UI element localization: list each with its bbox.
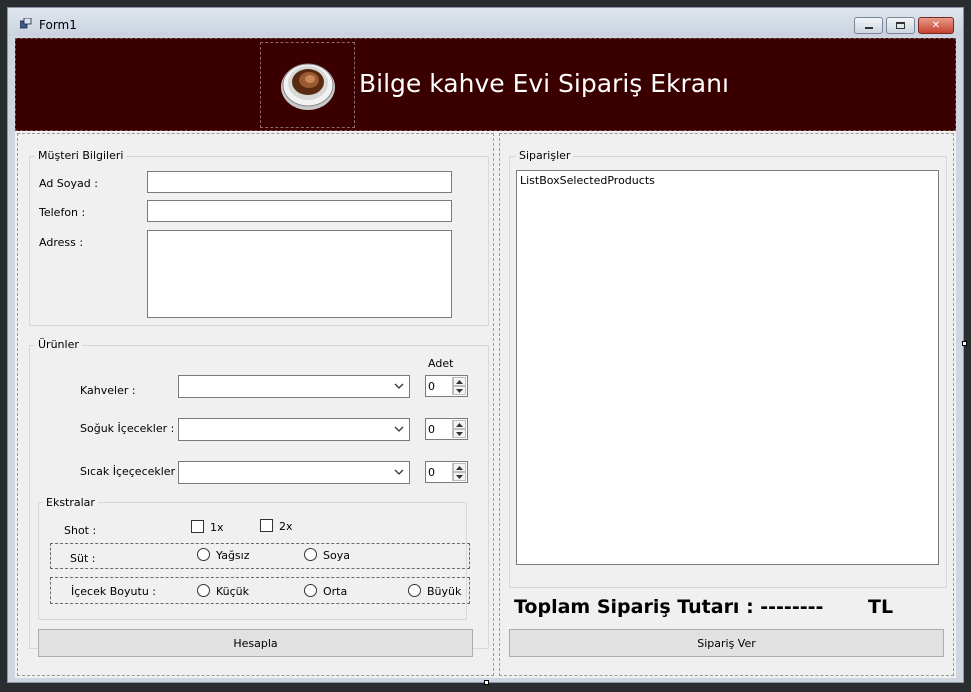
cold-drinks-combobox[interactable]	[178, 418, 410, 441]
stepper-up-icon[interactable]	[453, 377, 466, 386]
coffees-quantity-stepper[interactable]: 0	[425, 375, 468, 397]
hot-drinks-label: Sıcak İçeçecekler :	[80, 465, 183, 478]
customer-info-group-label: Müşteri Bilgileri	[35, 149, 127, 162]
hot-drinks-quantity-stepper[interactable]: 0	[425, 461, 468, 483]
size-label: İçecek Boyutu :	[71, 585, 156, 598]
name-label: Ad Soyad :	[39, 177, 98, 190]
size-small-radio[interactable]	[197, 584, 210, 597]
coffees-combobox[interactable]	[178, 375, 410, 398]
coffees-stepper-buttons	[452, 377, 466, 395]
address-label: Adress :	[39, 236, 84, 249]
orders-group-label: Siparişler	[516, 149, 574, 162]
shot-1x-checkbox[interactable]	[191, 520, 204, 533]
hot-drinks-quantity-value: 0	[428, 466, 435, 479]
milk-label: Süt :	[70, 552, 96, 565]
logo-picturebox	[260, 42, 355, 128]
milk-skim-label: Yağsız	[216, 549, 250, 562]
quantity-header: Adet	[428, 357, 454, 370]
shot-label: Shot :	[64, 524, 97, 537]
calculate-button[interactable]: Hesapla	[38, 629, 473, 657]
milk-options-panel	[50, 543, 470, 569]
stepper-up-icon[interactable]	[453, 420, 466, 429]
cold-drinks-label: Soğuk İçecekler :	[80, 422, 175, 435]
total-amount-label: Toplam Sipariş Tutarı : --------	[514, 596, 824, 618]
minimize-button[interactable]	[854, 17, 883, 34]
shot-2x-label: 2x	[279, 520, 293, 533]
close-icon: ✕	[931, 20, 941, 31]
size-small-label: Küçük	[216, 585, 250, 598]
chevron-down-icon	[394, 426, 404, 432]
milk-soy-label: Soya	[323, 549, 350, 562]
selected-products-listbox[interactable]: ListBoxSelectedProducts	[516, 170, 939, 565]
name-input[interactable]	[147, 171, 452, 193]
form-window: Form1 ✕ Bilge kahve Evi Sipariş Ekranı M…	[7, 7, 967, 685]
total-currency-label: TL	[868, 596, 894, 618]
coffees-label: Kahveler :	[80, 384, 136, 397]
hot-stepper-buttons	[452, 463, 466, 481]
phone-input[interactable]	[147, 200, 452, 222]
window-title: Form1	[39, 18, 77, 32]
title-bar[interactable]: Form1 ✕	[8, 8, 963, 36]
size-medium-radio[interactable]	[304, 584, 317, 597]
milk-skim-radio[interactable]	[197, 548, 210, 561]
minimize-icon	[864, 27, 873, 29]
form-client-area: Bilge kahve Evi Sipariş Ekranı Müşteri B…	[15, 38, 956, 678]
phone-label: Telefon :	[39, 206, 86, 219]
hot-drinks-combobox[interactable]	[178, 461, 410, 484]
listbox-text: ListBoxSelectedProducts	[520, 174, 655, 187]
cold-drinks-quantity-value: 0	[428, 423, 435, 436]
cold-drinks-quantity-stepper[interactable]: 0	[425, 418, 468, 440]
extras-group-label: Ekstralar	[43, 496, 98, 509]
stepper-down-icon[interactable]	[453, 472, 466, 481]
chevron-down-icon	[394, 383, 404, 389]
page-title: Bilge kahve Evi Sipariş Ekranı	[359, 69, 729, 98]
form-icon	[20, 18, 32, 29]
coffee-cup-icon	[281, 63, 335, 110]
resize-handle-bottom[interactable]	[484, 680, 489, 685]
right-panel: Siparişler ListBoxSelectedProducts Topla…	[499, 133, 954, 676]
products-group-label: Ürünler	[35, 338, 82, 351]
stepper-down-icon[interactable]	[453, 386, 466, 395]
place-order-button[interactable]: Sipariş Ver	[509, 629, 944, 657]
cold-stepper-buttons	[452, 420, 466, 438]
restore-icon	[896, 22, 905, 29]
stepper-down-icon[interactable]	[453, 429, 466, 438]
coffees-quantity-value: 0	[428, 380, 435, 393]
size-medium-label: Orta	[323, 585, 348, 598]
left-panel: Müşteri Bilgileri Ad Soyad : Telefon : A…	[17, 133, 494, 676]
chevron-down-icon	[394, 469, 404, 475]
shot-2x-checkbox[interactable]	[260, 519, 273, 532]
resize-handle-right[interactable]	[962, 341, 967, 346]
size-large-label: Büyük	[427, 585, 462, 598]
stepper-up-icon[interactable]	[453, 463, 466, 472]
maximize-button[interactable]	[886, 17, 915, 34]
address-textarea[interactable]	[147, 230, 452, 318]
header-panel: Bilge kahve Evi Sipariş Ekranı	[15, 38, 956, 131]
milk-soy-radio[interactable]	[304, 548, 317, 561]
close-button[interactable]: ✕	[918, 17, 954, 34]
size-large-radio[interactable]	[408, 584, 421, 597]
shot-1x-label: 1x	[210, 521, 224, 534]
